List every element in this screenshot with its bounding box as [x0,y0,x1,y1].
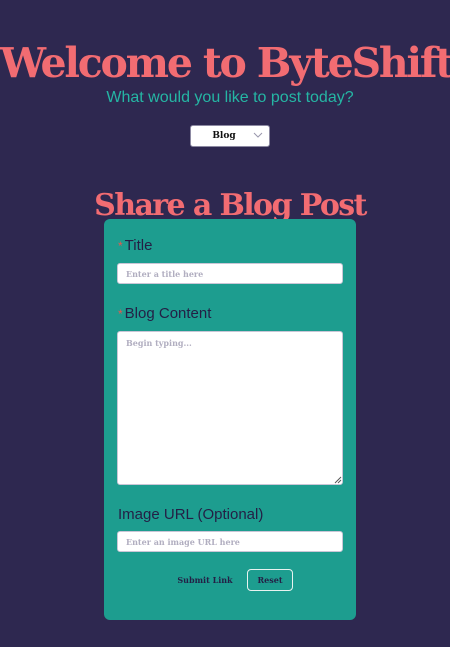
title-field-label: * Title [118,237,152,255]
image-url-field-label: Image URL (Optional) [118,506,263,524]
reset-button[interactable]: Reset [247,569,293,591]
page-title: Welcome to ByteShift! [0,39,450,88]
post-prompt: What would you like to post today? [106,89,354,106]
submit-button[interactable]: Submit Link [173,570,237,590]
content-field-label: * Blog Content [118,305,211,323]
post-type-selected-value: Blog [212,131,236,141]
required-marker: * [118,307,123,321]
post-type-select[interactable]: Blog [190,125,270,147]
resize-handle-icon[interactable] [334,476,342,484]
chevron-down-icon [253,132,263,138]
blog-content-textarea[interactable] [117,331,343,485]
content-label-text: Blog Content [124,305,212,322]
image-url-input[interactable] [117,531,343,552]
form-actions: Submit Link Reset [104,569,356,591]
required-marker: * [118,239,123,253]
title-label-text: Title [124,237,153,254]
title-input[interactable] [117,263,343,284]
image-url-label-text: Image URL (Optional) [118,506,264,523]
blog-post-form: *Title *Blog Content Image URL (Optional… [104,219,356,620]
